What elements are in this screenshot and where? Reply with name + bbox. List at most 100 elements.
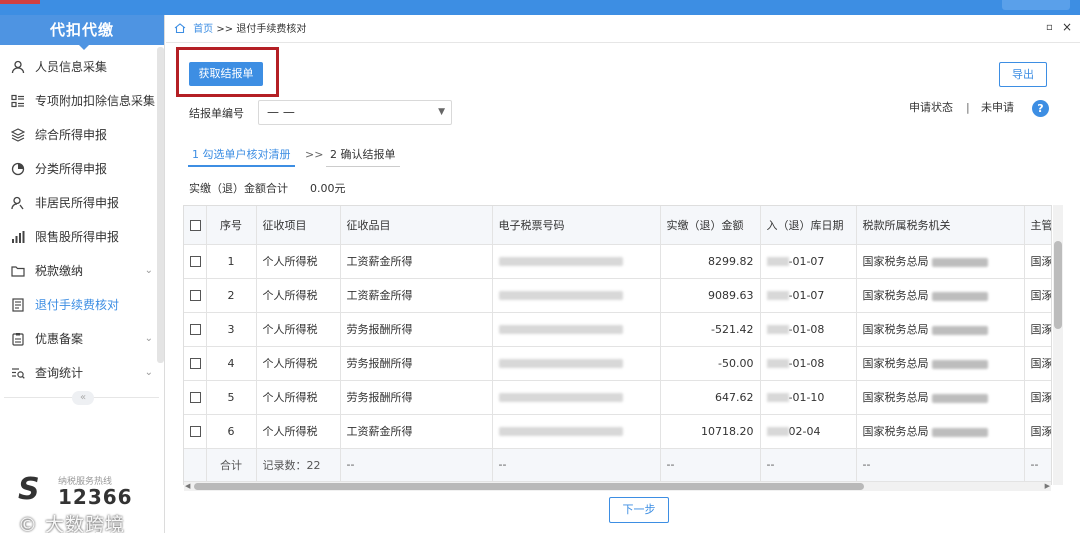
table-row: 2 个人所得税 工资薪金所得 9089.63 -01-07 国家税务总局 国涿 — [184, 278, 1051, 313]
row-checkbox[interactable] — [184, 278, 207, 313]
sidebar-item-special-deduction[interactable]: 专项附加扣除信息采集 — [0, 84, 157, 118]
folder-icon — [11, 264, 25, 278]
cell-category: 工资薪金所得 — [340, 414, 493, 449]
layers-icon — [11, 128, 25, 142]
step-confirm-settlement[interactable]: 2 确认结报单 — [326, 146, 400, 167]
redacted-year — [766, 359, 789, 368]
cell-no: 3 — [206, 312, 257, 347]
footer-cell: -- — [760, 448, 857, 482]
sidebar-item-label: 专项附加扣除信息采集 — [35, 94, 156, 108]
pie-icon — [11, 162, 25, 176]
row-checkbox[interactable] — [184, 244, 207, 279]
horizontal-scroll-thumb[interactable] — [194, 483, 864, 490]
table-row: 5 个人所得税 劳务报酬所得 647.62 -01-10 国家税务总局 国涿 — [184, 380, 1051, 415]
cell-item: 个人所得税 — [256, 414, 341, 449]
redacted-year — [766, 257, 789, 266]
cell-tax-office: 国家税务总局 — [856, 244, 1025, 279]
sidebar-item-restricted-stock[interactable]: 限售股所得申报 — [0, 220, 157, 254]
restore-window-icon[interactable]: ▫ — [1046, 22, 1053, 33]
sidebar-item-label: 税款缴纳 — [35, 264, 84, 278]
row-checkbox[interactable] — [184, 380, 207, 415]
footer-cell — [184, 448, 207, 482]
cell-amount: 10718.20 — [660, 414, 761, 449]
export-button[interactable]: 导出 — [999, 62, 1047, 87]
select-all-checkbox[interactable] — [184, 206, 207, 245]
column-header: 入（退）库日期 — [760, 206, 857, 245]
cell-amount: -521.42 — [660, 312, 761, 347]
next-step-button[interactable]: 下一步 — [609, 497, 669, 523]
settlement-number-label: 结报单编号 — [189, 107, 244, 120]
chevron-down-icon: ⌄ — [144, 333, 153, 344]
table-horizontal-scrollbar[interactable]: ◀ ▶ — [184, 482, 1051, 491]
sidebar-item-classified-income[interactable]: 分类所得申报 — [0, 152, 157, 186]
sidebar-item-preferential-filing[interactable]: 优惠备案 ⌄ — [0, 322, 157, 356]
sidebar-item-tax-payment[interactable]: 税款缴纳 ⌄ — [0, 254, 157, 288]
sidebar-item-label: 人员信息采集 — [35, 60, 108, 74]
cell-item: 个人所得税 — [256, 380, 341, 415]
help-icon[interactable]: ? — [1032, 100, 1049, 117]
redacted-year — [766, 427, 789, 436]
row-checkbox[interactable] — [184, 414, 207, 449]
collapse-sidebar-button[interactable]: « — [72, 391, 94, 405]
column-header: 实缴（退）金额 — [660, 206, 761, 245]
cell-date-text: -01-07 — [788, 254, 825, 268]
breadcrumb-current: 退付手续费核对 — [236, 24, 307, 35]
vertical-scroll-thumb[interactable] — [1054, 241, 1062, 329]
scroll-right-icon[interactable]: ▶ — [1045, 482, 1050, 491]
row-checkbox[interactable] — [184, 346, 207, 381]
settlement-number-value: — — — [267, 105, 295, 119]
table-row: 3 个人所得税 劳务报酬所得 -521.42 -01-08 国家税务总局 国涿 — [184, 312, 1051, 347]
cell-tax-office: 国家税务总局 — [856, 414, 1025, 449]
settlement-number-select[interactable]: — — ▼ — [258, 100, 452, 125]
sidebar-item-label: 退付手续费核对 — [35, 298, 120, 312]
cell-date: -01-07 — [760, 278, 857, 313]
step-select-checklist[interactable]: 1 勾选单户核对清册 — [188, 146, 295, 167]
sidebar-item-personnel-info[interactable]: 人员信息采集 — [0, 50, 157, 84]
service-hotline: S 纳税服务热线 12366 © 大数跨境 — [18, 470, 158, 533]
cell-tax-office-text: 国家税务总局 — [862, 425, 929, 438]
cell-authority: 国涿 — [1024, 414, 1051, 449]
sidebar-item-refund-fee-check[interactable]: 退付手续费核对 — [0, 288, 157, 322]
cell-date: -01-08 — [760, 346, 857, 381]
cell-ticket-number — [492, 380, 661, 415]
column-header: 序号 — [206, 206, 257, 245]
cell-tax-office-text: 国家税务总局 — [862, 357, 929, 370]
scroll-left-icon[interactable]: ◀ — [185, 482, 190, 491]
sidebar-scrollbar[interactable] — [157, 47, 164, 363]
redacted-year — [766, 291, 789, 300]
sidebar-title: 代扣代缴 — [0, 15, 164, 50]
cell-date-text: 02-04 — [788, 424, 821, 438]
breadcrumb-home-link[interactable]: 首页 — [193, 24, 213, 35]
sidebar-item-query-statistics[interactable]: 查询统计 ⌄ — [0, 356, 157, 390]
search-list-icon — [11, 366, 25, 380]
sidebar-item-non-resident[interactable]: 非居民所得申报 — [0, 186, 157, 220]
cell-authority: 国涿 — [1024, 244, 1051, 279]
cell-authority: 国涿 — [1024, 380, 1051, 415]
cell-tax-office: 国家税务总局 — [856, 346, 1025, 381]
sidebar-item-label: 非居民所得申报 — [35, 196, 120, 210]
title-bar — [0, 0, 1080, 15]
home-icon[interactable] — [174, 23, 190, 35]
sidebar-collapse-bar: « — [4, 391, 159, 409]
table-header-row: 序号 征收项目 征收品目 电子税票号码 实缴（退）金额 入（退）库日期 税款所属… — [184, 206, 1051, 245]
close-window-icon[interactable]: × — [1062, 20, 1072, 34]
column-header: 征收品目 — [340, 206, 493, 245]
table-vertical-scrollbar[interactable] — [1053, 205, 1063, 485]
row-checkbox[interactable] — [184, 312, 207, 347]
sidebar-item-label: 综合所得申报 — [35, 128, 108, 142]
cell-tax-office: 国家税务总局 — [856, 380, 1025, 415]
refund-table: 序号 征收项目 征收品目 电子税票号码 实缴（退）金额 入（退）库日期 税款所属… — [183, 205, 1052, 485]
cell-tax-office-text: 国家税务总局 — [862, 391, 929, 404]
cell-date-text: -01-08 — [788, 356, 825, 370]
sidebar-item-comprehensive-income[interactable]: 综合所得申报 — [0, 118, 157, 152]
column-header: 主管 — [1024, 206, 1051, 245]
title-bar-button[interactable] — [1002, 0, 1070, 10]
person-outline-icon — [11, 196, 25, 210]
person-icon — [11, 60, 25, 74]
step-separator: >> — [305, 148, 324, 161]
fetch-settlement-button[interactable]: 获取结报单 — [189, 62, 263, 86]
clipboard-icon — [11, 332, 25, 346]
cell-category: 工资薪金所得 — [340, 278, 493, 313]
cell-date-text: -01-08 — [788, 322, 825, 336]
cell-category: 劳务报酬所得 — [340, 346, 493, 381]
